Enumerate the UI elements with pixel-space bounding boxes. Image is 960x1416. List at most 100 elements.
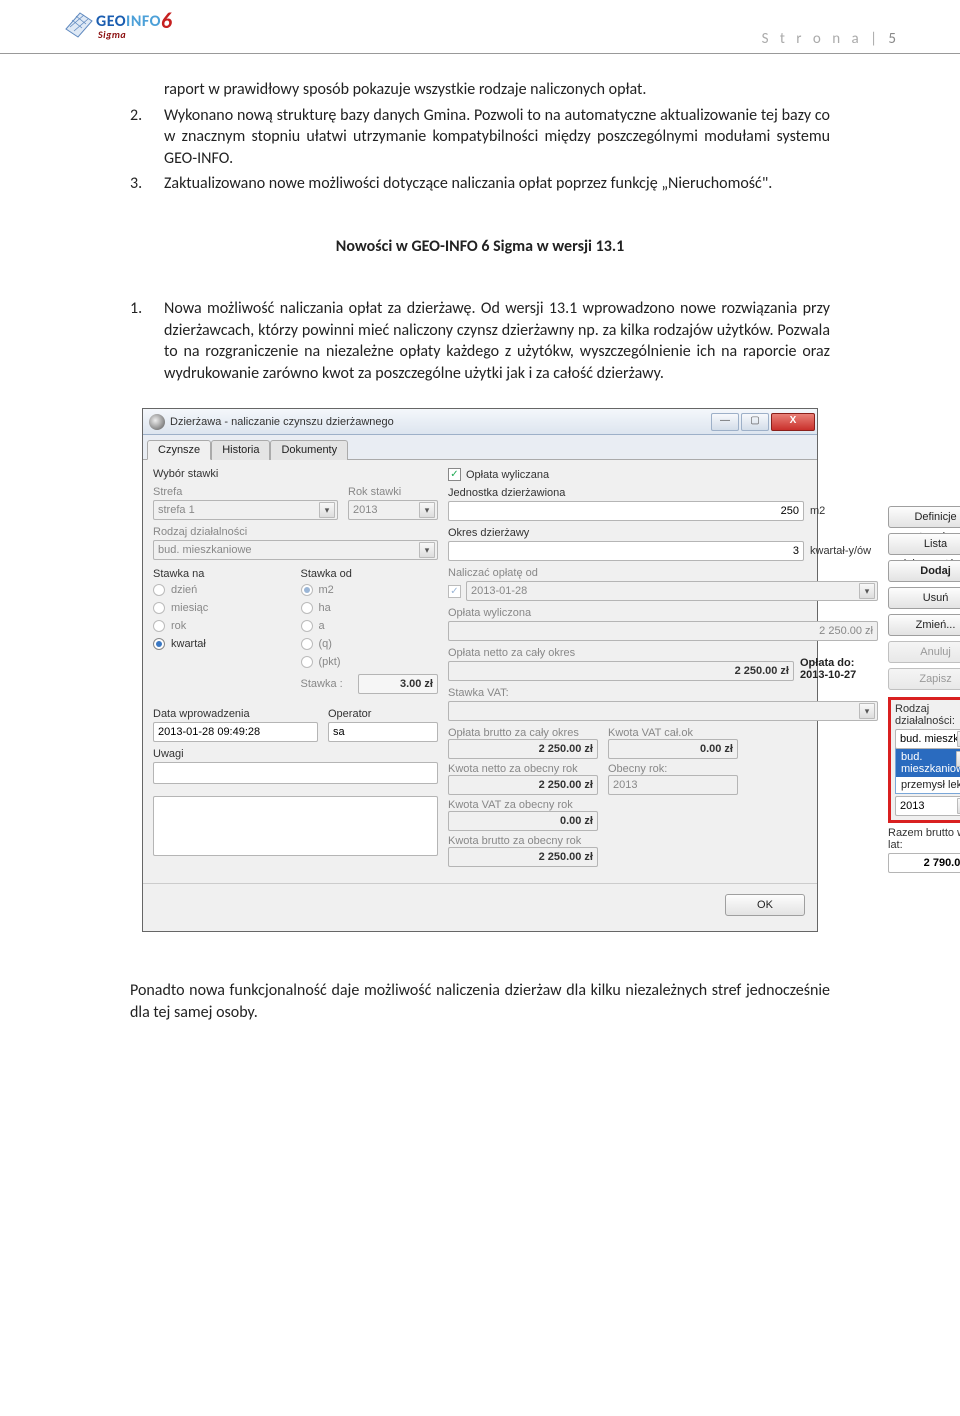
radio-a[interactable]: a (301, 620, 439, 632)
maximize-button[interactable]: ▢ (741, 413, 769, 431)
oplata-do-value: 2013-10-27 (800, 669, 878, 681)
jednostka-unit: m2 (810, 505, 878, 517)
stawka-value (358, 674, 438, 694)
logo-icon (60, 11, 94, 39)
dd-item-przem[interactable]: przemysł lekki (896, 777, 960, 793)
rok-r-select[interactable] (895, 796, 960, 816)
app-icon (149, 414, 165, 430)
rodzaj-dropdown: bud. mieszkaniowe przemysł lekki (895, 748, 960, 794)
radio-m2[interactable]: m2 (301, 584, 439, 596)
lbl-brutto: Opłata brutto za cały okres (448, 727, 598, 739)
logo-sigma: Sigma (98, 30, 126, 40)
netto-value (448, 661, 794, 681)
dd-item-bud[interactable]: bud. mieszkaniowe (896, 749, 960, 777)
rodzaj-select[interactable] (153, 540, 438, 560)
window-buttons: — ▢ X (711, 413, 815, 431)
razem-value (888, 853, 960, 873)
radio-pkt[interactable]: (pkt) (301, 656, 439, 668)
lbl-jednostka: Jednostka dzierżawiona (448, 487, 878, 499)
logo-text: GEOINFO6 Sigma (96, 10, 173, 40)
form-body: Wybór stawki Strefa Rok stawki Rodzaj dz… (143, 460, 817, 883)
okres-unit: kwartał-y/ów (810, 545, 878, 557)
tab-historia[interactable]: Historia (211, 440, 270, 460)
logo-info: INFO (126, 12, 161, 31)
logo: GEOINFO6 Sigma (60, 10, 173, 40)
page-header: GEOINFO6 Sigma S t r o n a | 5 (0, 0, 960, 54)
list-text-3: Zaktualizowano nowe możliwości dotyczące… (164, 173, 830, 195)
strefa-select[interactable] (153, 500, 338, 520)
page-num: 5 (888, 30, 900, 48)
btn-zmien[interactable]: Zmień... (888, 614, 960, 636)
lbl-uwagi: Uwagi (153, 748, 438, 760)
btn-zapisz[interactable]: Zapisz (888, 668, 960, 690)
stawka-row: Stawka : (301, 668, 439, 694)
vat-select[interactable] (448, 701, 878, 721)
lbl-nalicz: Naliczać opłatę od (448, 567, 878, 579)
content: raport w prawidłowy sposób pokazuje wszy… (0, 54, 960, 1068)
window-title: Dzierżawa - naliczanie czynszu dzierżawn… (170, 416, 711, 428)
lbl-okres: Okres dzierżawy (448, 527, 878, 539)
highlight-rodzaj: Rodzaj działalności: bud. mieszkaniowe p… (888, 697, 960, 823)
btn-definicje[interactable]: Definicje stawek... (888, 506, 960, 528)
radio-ha[interactable]: ha (301, 602, 439, 614)
rodzaj-r-select[interactable] (895, 729, 960, 749)
oplata-wyliczona (448, 621, 878, 641)
intro-para: raport w prawidłowy sposób pokazuje wszy… (130, 79, 830, 101)
kbrutto-value (448, 847, 598, 867)
operator-input[interactable] (328, 722, 438, 742)
post-para: Ponadto nowa funkcjonalność daje możliwo… (130, 980, 830, 1023)
lbl-obecny: Obecny rok: (608, 763, 738, 775)
okres-input[interactable] (448, 541, 804, 561)
radio-miesiac[interactable]: miesiąc (153, 602, 291, 614)
col-right: Definicje stawek... Lista dokumentów... … (888, 468, 960, 873)
data-input[interactable] (153, 722, 318, 742)
radio-q[interactable]: (q) (301, 638, 439, 650)
check-nalicz-date[interactable]: ✓ (448, 581, 878, 601)
lbl-operator: Operator (328, 708, 438, 720)
list-num-3: 3. (130, 173, 164, 195)
list-item-3: 3. Zaktualizowano nowe możliwości dotycz… (130, 173, 830, 195)
page-number: S t r o n a | 5 (762, 10, 900, 48)
jednostka-input[interactable] (448, 501, 804, 521)
lbl-rodzaj-r: Rodzaj działalności: (895, 703, 960, 727)
lbl-strefa: Strefa (153, 486, 338, 498)
tabbar: Czynsze Historia Dokumenty (143, 435, 817, 460)
lbl-oplata-wyliczona: Opłata wyliczona (448, 607, 878, 619)
uwagi-textarea[interactable] (153, 796, 438, 856)
lbl-stawka-od: Stawka od (301, 568, 439, 580)
brutto-value (448, 739, 598, 759)
radios-stawka-od: m2 ha a (q) (pkt) (301, 582, 439, 668)
page-label: S t r o n a | (762, 30, 889, 48)
uwagi-input[interactable] (153, 762, 438, 784)
lbl-stawka-val: Stawka : (301, 678, 343, 690)
btn-anuluj[interactable]: Anuluj (888, 641, 960, 663)
lbl-wybor: Wybór stawki (153, 468, 438, 480)
btn-dodaj[interactable]: Dodaj (888, 560, 960, 582)
check-oplata-wyliczana[interactable]: ✓Opłata wyliczana (448, 468, 878, 481)
col-mid: ✓Opłata wyliczana Jednostka dzierżawiona… (448, 468, 878, 873)
list-num-2: 2. (130, 105, 164, 170)
radios-stawka-na: dzień miesiąc rok kwartał (153, 582, 291, 650)
btn-lista[interactable]: Lista dokumentów... (888, 533, 960, 555)
section-heading: Nowości w GEO-INFO 6 Sigma w wersji 13.1 (130, 237, 830, 256)
kvat2-value (448, 811, 598, 831)
radio-dzien[interactable]: dzień (153, 584, 291, 596)
btn-usun[interactable]: Usuń (888, 587, 960, 609)
logo-six: 6 (161, 7, 173, 34)
tab-czynsze[interactable]: Czynsze (147, 440, 211, 460)
lbl-rok: Rok stawki (348, 486, 438, 498)
radio-kwartal[interactable]: kwartał (153, 638, 291, 650)
btn-ok[interactable]: OK (725, 894, 805, 916)
obecny-value (608, 775, 738, 795)
lbl-knetto: Kwota netto za obecny rok (448, 763, 598, 775)
close-button[interactable]: X (771, 413, 815, 431)
col-left: Wybór stawki Strefa Rok stawki Rodzaj dz… (153, 468, 438, 873)
nalicz-date[interactable] (466, 581, 878, 601)
minimize-button[interactable]: — (711, 413, 739, 431)
lbl-data: Data wprowadzenia (153, 708, 318, 720)
radio-rok[interactable]: rok (153, 620, 291, 632)
list-item-1b: 1. Nowa możliwość naliczania opłat za dz… (130, 298, 830, 384)
lbl-rodzaj: Rodzaj działalności (153, 526, 438, 538)
rok-select[interactable] (348, 500, 438, 520)
tab-dokumenty[interactable]: Dokumenty (270, 440, 348, 460)
